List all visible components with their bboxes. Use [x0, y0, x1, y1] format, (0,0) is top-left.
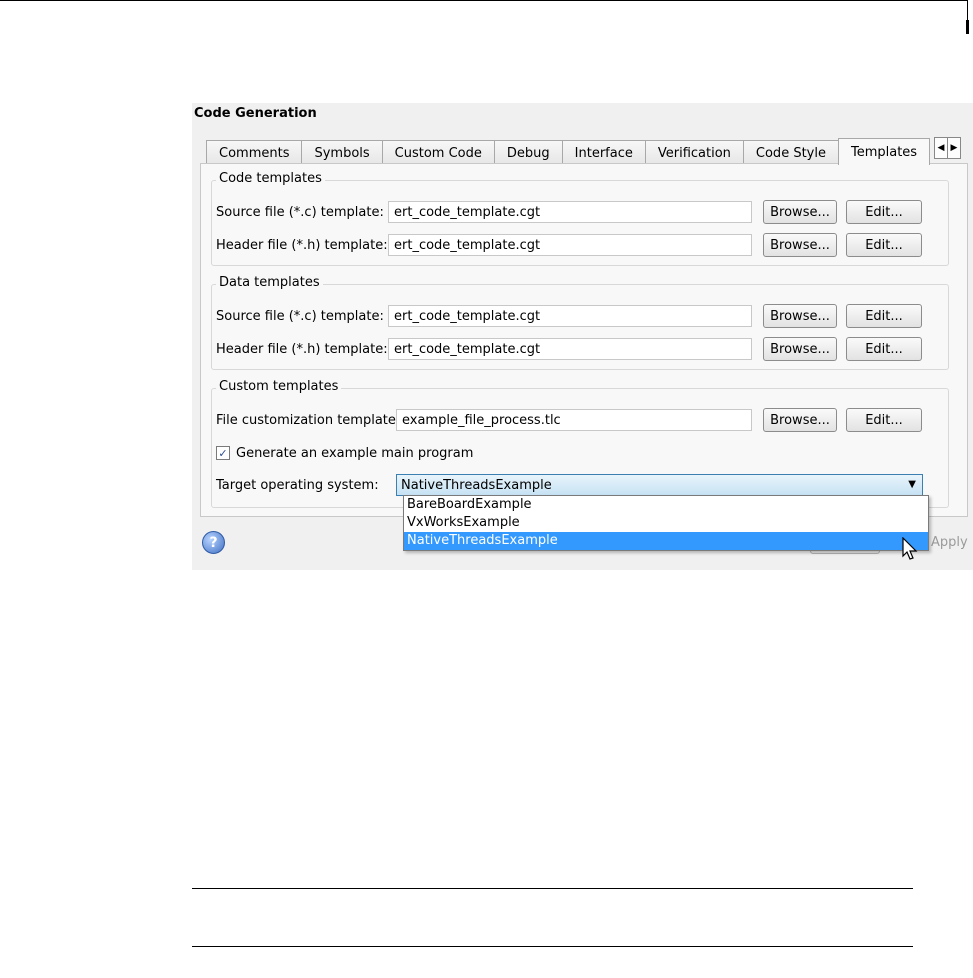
code-source-browse-button[interactable]: Browse... — [763, 200, 837, 224]
code-header-field[interactable]: ert_code_template.cgt — [388, 234, 752, 256]
apply-button[interactable]: Apply — [931, 535, 968, 550]
dropdown-option-nativethreads[interactable]: NativeThreadsExample — [404, 532, 928, 550]
tab-bar: Comments Symbols Custom Code Debug Inter… — [206, 138, 931, 165]
data-header-edit-button[interactable]: Edit... — [846, 337, 922, 361]
custom-templates-title: Custom templates — [216, 379, 342, 394]
code-generation-panel: Code Generation Comments Symbols Custom … — [192, 103, 973, 570]
tab-custom-code[interactable]: Custom Code — [381, 140, 495, 165]
generate-main-row[interactable]: ✓ Generate an example main program — [216, 440, 473, 466]
target-os-value: NativeThreadsExample — [401, 477, 552, 493]
code-templates-group: Code templates Source file (*.c) templat… — [211, 171, 949, 266]
target-os-row: Target operating system: — [216, 472, 379, 498]
templates-content: Code templates Source file (*.c) templat… — [200, 163, 968, 517]
data-templates-group: Data templates Source file (*.c) templat… — [211, 275, 949, 370]
dropdown-option-vxworks[interactable]: VxWorksExample — [404, 514, 928, 532]
code-source-row: Source file (*.c) template: — [216, 199, 384, 225]
file-customization-label: File customization template: — [216, 412, 401, 428]
target-os-select[interactable]: NativeThreadsExample ▼ — [396, 474, 923, 496]
data-source-label: Source file (*.c) template: — [216, 308, 384, 324]
data-source-field[interactable]: ert_code_template.cgt — [388, 305, 752, 327]
tab-scroll-right-icon[interactable]: ▶ — [947, 137, 961, 159]
tab-comments[interactable]: Comments — [206, 140, 303, 165]
generate-main-label[interactable]: Generate an example main program — [236, 446, 473, 461]
code-source-edit-button[interactable]: Edit... — [846, 200, 922, 224]
file-customization-field[interactable]: example_file_process.tlc — [396, 409, 752, 431]
tab-code-style[interactable]: Code Style — [742, 140, 839, 165]
code-source-label: Source file (*.c) template: — [216, 204, 384, 220]
data-header-row: Header file (*.h) template: — [216, 336, 388, 362]
target-os-dropdown: BareBoardExample VxWorksExample NativeTh… — [403, 495, 929, 551]
code-header-row: Header file (*.h) template: — [216, 232, 388, 258]
tab-interface[interactable]: Interface — [561, 140, 646, 165]
generate-main-checkbox[interactable]: ✓ — [216, 446, 230, 460]
code-source-field[interactable]: ert_code_template.cgt — [388, 201, 752, 223]
data-source-row: Source file (*.c) template: — [216, 303, 384, 329]
code-header-browse-button[interactable]: Browse... — [763, 233, 837, 257]
tab-templates[interactable]: Templates — [837, 138, 931, 165]
separator-top — [192, 888, 913, 889]
tab-verification[interactable]: Verification — [644, 140, 744, 165]
data-source-edit-button[interactable]: Edit... — [846, 304, 922, 328]
page-tick — [966, 20, 969, 34]
file-customization-browse-button[interactable]: Browse... — [763, 408, 837, 432]
custom-templates-group: Custom templates File customization temp… — [211, 379, 949, 508]
data-templates-title: Data templates — [216, 275, 323, 290]
panel-title: Code Generation — [194, 106, 317, 121]
tab-debug[interactable]: Debug — [493, 140, 563, 165]
tab-symbols[interactable]: Symbols — [301, 140, 383, 165]
mouse-pointer-icon — [902, 537, 918, 560]
data-header-browse-button[interactable]: Browse... — [763, 337, 837, 361]
help-icon[interactable]: ? — [202, 531, 225, 554]
page-top-rule — [0, 0, 968, 20]
file-customization-row: File customization template: — [216, 407, 400, 433]
code-header-edit-button[interactable]: Edit... — [846, 233, 922, 257]
target-os-label: Target operating system: — [216, 477, 379, 493]
code-header-label: Header file (*.h) template: — [216, 237, 388, 253]
code-templates-title: Code templates — [216, 171, 325, 186]
chevron-down-icon: ▼ — [908, 479, 916, 490]
file-customization-edit-button[interactable]: Edit... — [846, 408, 922, 432]
separator-bottom — [192, 946, 913, 947]
data-source-browse-button[interactable]: Browse... — [763, 304, 837, 328]
dropdown-option-bareboard[interactable]: BareBoardExample — [404, 496, 928, 514]
tab-scroll-left-icon[interactable]: ◀ — [934, 137, 948, 159]
data-header-label: Header file (*.h) template: — [216, 341, 388, 357]
data-header-field[interactable]: ert_code_template.cgt — [388, 338, 752, 360]
